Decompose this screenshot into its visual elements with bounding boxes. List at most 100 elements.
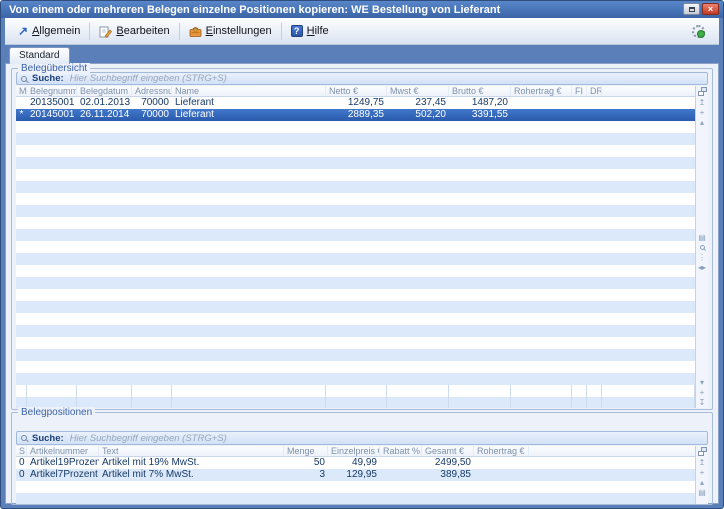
bearbeiten-button[interactable]: Bearbeiten — [92, 22, 176, 41]
cell — [572, 169, 587, 181]
table-row[interactable] — [16, 385, 695, 397]
allgemein-button[interactable]: ↗ Allgemein — [11, 22, 87, 40]
scroll-plus-icon[interactable]: + — [700, 468, 705, 478]
search-label: Suche: — [32, 433, 64, 444]
table-row[interactable] — [16, 337, 695, 349]
table-row[interactable] — [16, 493, 695, 504]
column-header[interactable]: Adressnumm — [132, 86, 172, 96]
column-header[interactable]: Rabatt % — [380, 446, 422, 456]
hilfe-label: Hilfe — [307, 25, 329, 37]
cell — [16, 205, 27, 217]
table-row[interactable]: *2014500126.11.2014 /Mi70000Lieferant288… — [16, 109, 695, 121]
table-row[interactable] — [16, 133, 695, 145]
cell — [587, 97, 602, 109]
scroll-top-icon[interactable]: ↥ — [699, 458, 706, 468]
cell: 49,99 — [328, 457, 380, 469]
table-row[interactable] — [16, 205, 695, 217]
column-header[interactable]: Name — [172, 86, 326, 96]
column-header[interactable]: Gesamt € — [422, 446, 474, 456]
cell — [387, 313, 449, 325]
scroll-top-icon[interactable]: ↥ — [699, 98, 706, 108]
table-row[interactable] — [16, 217, 695, 229]
cell — [27, 493, 99, 504]
einstellungen-button[interactable]: Einstellungen — [182, 22, 279, 41]
column-header[interactable]: Netto € — [326, 86, 387, 96]
cell — [326, 253, 387, 265]
table-row[interactable] — [16, 169, 695, 181]
cell — [326, 385, 387, 397]
table-row[interactable] — [16, 277, 695, 289]
close-button[interactable]: × — [702, 3, 719, 15]
table-row[interactable] — [16, 181, 695, 193]
table-row[interactable] — [16, 361, 695, 373]
scroll-down-icon[interactable]: ▾ — [700, 378, 704, 388]
column-header[interactable]: Mwst € — [387, 86, 449, 96]
scroll-up-icon[interactable]: ▴ — [700, 118, 704, 128]
column-header[interactable]: Brutto € — [449, 86, 511, 96]
card-view-icon[interactable]: ▤ — [698, 233, 706, 243]
column-header[interactable] — [602, 86, 695, 96]
column-header[interactable]: Rohertrag € — [474, 446, 529, 456]
toolbar-separator — [89, 23, 90, 40]
cell — [602, 157, 695, 169]
scroll-plus2-icon[interactable]: + — [700, 388, 705, 398]
card-view-icon[interactable]: ▤ — [698, 488, 706, 498]
magnifier-icon[interactable] — [700, 245, 705, 250]
table-row[interactable] — [16, 265, 695, 277]
cell — [27, 229, 77, 241]
column-header[interactable]: Text — [99, 446, 284, 456]
cell — [387, 325, 449, 337]
cell — [132, 289, 172, 301]
column-header[interactable]: Artikelnummer — [27, 446, 99, 456]
table-row[interactable] — [16, 229, 695, 241]
column-header[interactable]: Einzelpreis € — [328, 446, 380, 456]
scroll-plus-icon[interactable]: + — [700, 108, 705, 118]
restore-button[interactable] — [683, 3, 700, 15]
tab-standard[interactable]: Standard — [9, 47, 70, 64]
refresh-gear-icon[interactable] — [692, 25, 705, 38]
column-chooser-icon[interactable] — [698, 447, 707, 456]
cell: Artikel7Prozent — [27, 469, 99, 481]
column-header[interactable]: S — [16, 446, 27, 456]
pager-icon[interactable]: ◂▸ — [698, 263, 706, 273]
column-header[interactable]: FI — [572, 86, 587, 96]
table-row[interactable] — [16, 145, 695, 157]
more-options-icon[interactable]: ⋮ — [698, 253, 706, 263]
table-row[interactable] — [16, 313, 695, 325]
column-header[interactable]: Rohertrag € — [511, 86, 572, 96]
column-chooser-icon[interactable] — [698, 87, 707, 96]
table-row[interactable] — [16, 373, 695, 385]
table-row[interactable]: 0Artikel7ProzentArtikel mit 7% MwSt.3129… — [16, 469, 695, 481]
table-row[interactable] — [16, 241, 695, 253]
table-row[interactable] — [16, 397, 695, 408]
table-row[interactable] — [16, 121, 695, 133]
column-header[interactable] — [529, 446, 695, 456]
table-row[interactable] — [16, 253, 695, 265]
table-row[interactable] — [16, 349, 695, 361]
table-row[interactable]: 0Artikel19ProzentArtikel mit 19% MwSt.50… — [16, 457, 695, 469]
cell — [132, 337, 172, 349]
hilfe-button[interactable]: ? Hilfe — [284, 22, 336, 40]
cell — [387, 385, 449, 397]
belegpositionen-search-bar[interactable]: Suche: Hier Suchbegriff eingeben (STRG+S… — [16, 431, 708, 445]
table-row[interactable] — [16, 481, 695, 493]
column-header[interactable]: Belegnumme — [27, 86, 77, 96]
column-header[interactable]: Belegdatum — [77, 86, 132, 96]
table-row[interactable] — [16, 301, 695, 313]
table-row[interactable]: 2013500102.01.2013 /Mi70000Lieferant1249… — [16, 97, 695, 109]
scroll-bottom-icon[interactable]: ↧ — [699, 398, 706, 408]
cell — [16, 337, 27, 349]
column-header[interactable]: Menge — [284, 446, 328, 456]
table-row[interactable] — [16, 325, 695, 337]
cell: 129,95 — [328, 469, 380, 481]
column-header[interactable]: M — [16, 86, 27, 96]
cell — [602, 241, 695, 253]
beleguebersicht-search-bar[interactable]: Suche: Hier Suchbegriff eingeben (STRG+S… — [16, 72, 708, 85]
table-row[interactable] — [16, 193, 695, 205]
table-row[interactable] — [16, 289, 695, 301]
column-header[interactable]: DR — [587, 86, 602, 96]
cell — [449, 121, 511, 133]
scroll-up-icon[interactable]: ▴ — [700, 478, 704, 488]
cell — [326, 241, 387, 253]
table-row[interactable] — [16, 157, 695, 169]
